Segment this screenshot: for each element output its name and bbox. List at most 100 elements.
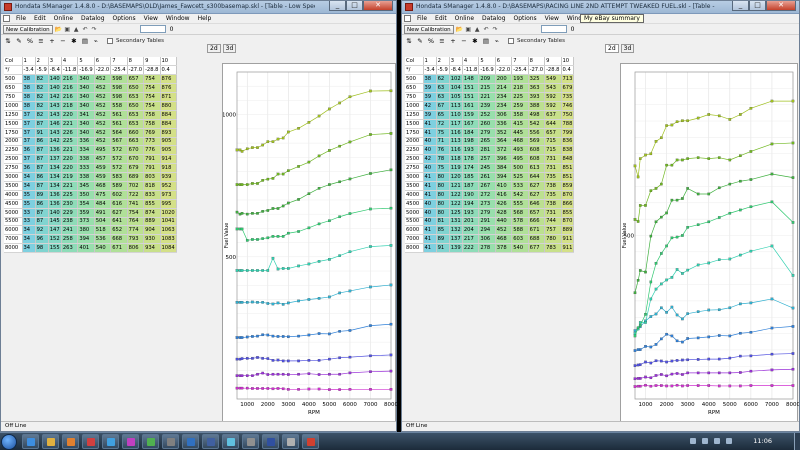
table-cell[interactable]: 234 — [495, 92, 513, 102]
table-cell[interactable]: 793 — [127, 234, 145, 245]
table-cell[interactable]: 1083 — [160, 234, 177, 245]
table-header-cell[interactable]: 0.4 — [561, 65, 575, 76]
table-cell[interactable]: 193 — [462, 208, 480, 218]
table-cell[interactable]: 702 — [127, 181, 145, 191]
data-point[interactable] — [665, 211, 668, 215]
data-point[interactable] — [245, 301, 249, 304]
tab-3d[interactable]: 3d — [222, 44, 237, 53]
table-cell[interactable]: 788 — [561, 119, 575, 129]
table-cell[interactable]: 340 — [77, 128, 95, 138]
data-point[interactable] — [707, 308, 711, 312]
data-point[interactable] — [307, 121, 311, 124]
data-point[interactable] — [328, 149, 331, 152]
table-cell[interactable]: 905 — [160, 137, 177, 147]
table-cell[interactable]: 564 — [110, 128, 128, 138]
set-icon[interactable]: ≡ — [438, 37, 446, 45]
table-cell[interactable]: 475 — [94, 190, 112, 200]
table-cell[interactable]: 263 — [61, 243, 79, 254]
table-cell[interactable]: 198 — [462, 137, 480, 147]
data-point[interactable] — [389, 369, 393, 373]
table-cell[interactable]: 252 — [478, 110, 496, 120]
data-point[interactable] — [245, 212, 249, 216]
table-cell[interactable]: 87 — [35, 154, 49, 165]
row-header-cell[interactable]: 2250 — [4, 145, 23, 156]
data-point[interactable] — [728, 384, 732, 388]
data-point[interactable] — [654, 359, 658, 363]
menu-options[interactable]: Options — [109, 15, 140, 22]
data-point[interactable] — [681, 373, 684, 376]
data-point[interactable] — [675, 235, 679, 239]
table-cell[interactable]: 41 — [423, 190, 437, 200]
table-cell[interactable]: 549 — [544, 74, 562, 85]
data-point[interactable] — [770, 384, 774, 387]
data-point[interactable] — [791, 352, 795, 355]
table-header-cell[interactable]: 4 — [61, 57, 79, 67]
table-cell[interactable]: 758 — [143, 110, 161, 120]
data-point[interactable] — [739, 384, 742, 388]
interpolate-icon[interactable]: ▤ — [482, 37, 490, 45]
table-cell[interactable]: 504 — [94, 217, 112, 227]
data-point[interactable] — [369, 354, 372, 358]
data-point[interactable] — [297, 299, 300, 303]
data-point[interactable] — [307, 298, 311, 301]
data-point[interactable] — [696, 116, 700, 120]
table-header-cell[interactable]: 1 — [22, 57, 36, 67]
data-point[interactable] — [728, 211, 732, 215]
table-cell[interactable]: 754 — [143, 101, 161, 111]
table-cell[interactable]: 518 — [94, 225, 112, 236]
table-cell[interactable]: 410 — [495, 181, 513, 191]
table-cell[interactable]: 80 — [436, 208, 450, 218]
data-point[interactable] — [317, 154, 321, 158]
table-cell[interactable]: 806 — [127, 243, 145, 254]
table-cell[interactable]: 650 — [127, 101, 145, 111]
plus-icon[interactable]: + — [48, 37, 56, 45]
minus-icon[interactable]: − — [460, 37, 468, 45]
table-cell[interactable]: 345 — [77, 181, 95, 191]
title-bar[interactable]: Hondata SManager 1.4.8.0 - D:\BASEMAPS\R… — [402, 1, 799, 14]
data-point[interactable] — [261, 269, 264, 272]
table-cell[interactable]: 952 — [160, 181, 177, 191]
table-cell[interactable]: 540 — [94, 243, 112, 254]
data-point[interactable] — [266, 302, 270, 305]
table-cell[interactable]: 598 — [110, 92, 128, 102]
data-point[interactable] — [297, 264, 300, 268]
table-cell[interactable]: 34 — [22, 172, 36, 182]
data-point[interactable] — [636, 326, 640, 330]
data-point[interactable] — [633, 349, 637, 352]
table-cell[interactable]: 893 — [160, 128, 177, 138]
table-cell[interactable]: 773 — [143, 137, 161, 147]
data-point[interactable] — [670, 384, 674, 388]
table-cell[interactable]: 627 — [110, 208, 128, 218]
table-header-cell[interactable]: -3.4 — [22, 65, 36, 76]
data-point[interactable] — [670, 236, 674, 240]
data-point[interactable] — [707, 384, 711, 387]
data-point[interactable] — [271, 359, 275, 362]
data-point[interactable] — [649, 384, 653, 388]
data-point[interactable] — [770, 172, 774, 176]
data-point[interactable] — [348, 355, 352, 359]
data-point[interactable] — [638, 269, 642, 272]
taskbar-item-ie[interactable] — [22, 434, 39, 449]
table-cell[interactable]: 87 — [35, 119, 49, 129]
table-cell[interactable]: 87 — [35, 163, 49, 174]
table-header-cell[interactable]: -8.4 — [48, 65, 62, 76]
table-cell[interactable]: 261 — [478, 172, 496, 182]
table-cell[interactable]: 89 — [436, 234, 450, 245]
table-cell[interactable]: 34 — [22, 243, 36, 254]
data-point[interactable] — [644, 360, 647, 364]
table-cell[interactable]: 500 — [511, 163, 529, 174]
table-cell[interactable]: 394 — [495, 172, 513, 182]
data-point[interactable] — [638, 324, 642, 327]
table-cell[interactable]: 722 — [127, 190, 145, 200]
table-cell[interactable]: 281 — [478, 145, 496, 156]
data-point[interactable] — [670, 359, 674, 363]
table-cell[interactable]: 758 — [143, 119, 161, 129]
data-point[interactable] — [245, 269, 249, 272]
table-header-cell[interactable]: 2 — [436, 57, 450, 67]
row-header-cell[interactable]: 500 — [4, 74, 23, 85]
data-point[interactable] — [251, 182, 254, 185]
table-cell[interactable]: 652 — [110, 225, 128, 236]
table-header-cell[interactable]: -22.0 — [495, 65, 513, 76]
tray-flag-icon[interactable] — [690, 438, 696, 444]
table-cell[interactable]: 82 — [35, 74, 49, 85]
